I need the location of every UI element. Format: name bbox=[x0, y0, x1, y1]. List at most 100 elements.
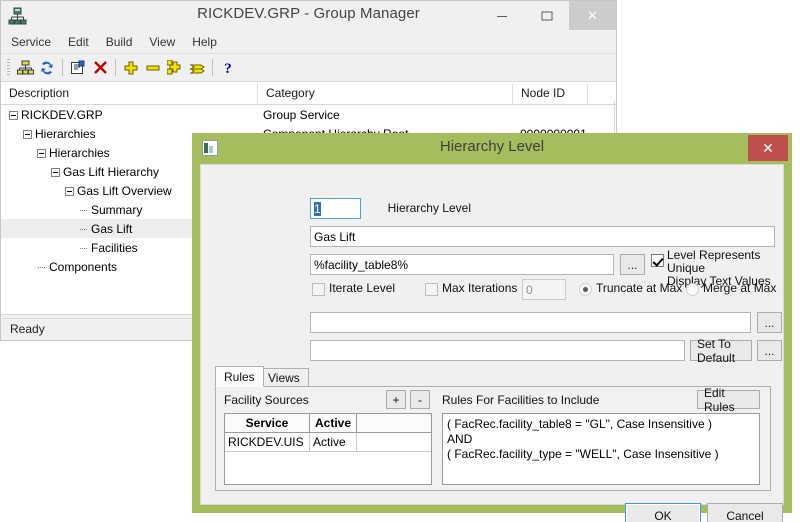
dialog-title: Hierarchy Level bbox=[439, 138, 545, 155]
tree-leaf-icon bbox=[37, 263, 46, 272]
toolbar: ? bbox=[1, 54, 616, 82]
collapse-icon[interactable] bbox=[9, 110, 18, 120]
hierarchy-level-dialog: Hierarchy Level ✕ Hierarchy Level 1 Desc… bbox=[192, 133, 792, 522]
window-controls: ✕ bbox=[479, 1, 616, 30]
toolbar-grip[interactable] bbox=[7, 59, 10, 76]
iterate-level-label: Iterate Level bbox=[329, 281, 396, 295]
grid-cell-blank bbox=[357, 433, 431, 451]
grid-cell-active: Active bbox=[310, 433, 357, 451]
add-node-icon[interactable] bbox=[164, 57, 186, 78]
screenshot-root: RICKDEV.GRP - Group Manager ✕ Service Ed… bbox=[0, 0, 800, 522]
main-title-bar: RICKDEV.GRP - Group Manager ✕ bbox=[1, 1, 616, 30]
hierarchy-level-value: 1 bbox=[314, 202, 321, 216]
grid-header-service[interactable]: Service bbox=[225, 414, 310, 432]
facility-sources-grid-header: Service Active bbox=[225, 414, 431, 433]
unique-display-checkbox[interactable] bbox=[651, 254, 664, 267]
merge-at-max-radio[interactable] bbox=[686, 283, 699, 296]
default-page-ids-input[interactable] bbox=[310, 340, 685, 361]
collapse-icon[interactable] bbox=[23, 129, 32, 139]
refresh-icon[interactable] bbox=[36, 57, 58, 78]
grid-header-active[interactable]: Active bbox=[310, 414, 357, 432]
cancel-button[interactable]: Cancel bbox=[707, 503, 783, 522]
tree-row-description: Gas Lift Overview bbox=[1, 184, 172, 198]
max-iterations-input[interactable]: 0 bbox=[522, 279, 566, 300]
column-description[interactable]: Description bbox=[1, 83, 258, 104]
tree-row-description: Facilities bbox=[1, 241, 138, 255]
iterate-level-checkbox[interactable] bbox=[312, 283, 325, 296]
tree-column-headers: Description Category Node ID bbox=[1, 82, 616, 105]
tree-row-label: Components bbox=[49, 259, 118, 274]
collapse-icon[interactable] bbox=[37, 148, 46, 158]
merge-at-max-label: Merge at Max bbox=[703, 281, 777, 295]
max-iterations-checkbox[interactable] bbox=[425, 283, 438, 296]
edit-rules-button[interactable]: Edit Rules bbox=[697, 386, 760, 414]
remove-facility-source-button[interactable]: - bbox=[410, 390, 430, 409]
dialog-body: Hierarchy Level 1 Description Gas Lift D… bbox=[200, 164, 784, 522]
maximize-button[interactable] bbox=[524, 1, 569, 30]
tree-row-description: Gas Lift Hierarchy bbox=[1, 165, 159, 179]
tree-row-label: Hierarchies bbox=[35, 126, 96, 141]
tree-leaf-icon bbox=[79, 206, 88, 215]
column-extra[interactable] bbox=[588, 83, 616, 104]
default-udcs-input[interactable] bbox=[310, 312, 751, 333]
set-to-default-button[interactable]: Set To Default bbox=[690, 337, 752, 365]
tree-row-description: Gas Lift bbox=[1, 222, 132, 236]
dialog-tab-control: Rules Views Facility Sources + - Service… bbox=[215, 366, 771, 491]
menu-item-view[interactable]: View bbox=[149, 35, 175, 49]
truncate-at-max-radio[interactable] bbox=[579, 283, 592, 296]
description-input[interactable]: Gas Lift bbox=[310, 226, 775, 247]
status-text: Ready bbox=[10, 322, 45, 336]
menu-item-build[interactable]: Build bbox=[106, 35, 133, 49]
display-text-input[interactable]: %facility_table8% bbox=[310, 254, 614, 275]
toolbar-separator-3 bbox=[212, 59, 213, 76]
link-icon[interactable] bbox=[186, 57, 208, 78]
menu-item-service[interactable]: Service bbox=[11, 35, 51, 49]
rules-for-facilities-label: Rules For Facilities to Include bbox=[442, 393, 600, 407]
tree-row-description: Hierarchies bbox=[1, 127, 96, 141]
hierarchy-level-input[interactable]: 1 bbox=[310, 198, 361, 219]
hierarchy-tree-icon[interactable] bbox=[14, 57, 36, 78]
table-row[interactable]: RICKDEV.UIS Active bbox=[225, 433, 431, 452]
max-iterations-label: Max Iterations bbox=[442, 281, 518, 295]
tab-views[interactable]: Views bbox=[259, 368, 309, 387]
tree-leaf-icon bbox=[79, 225, 88, 234]
tab-rules[interactable]: Rules bbox=[215, 366, 264, 387]
properties-icon[interactable] bbox=[67, 57, 89, 78]
remove-icon[interactable] bbox=[142, 57, 164, 78]
default-page-ids-browse-button[interactable]: ... bbox=[757, 340, 782, 361]
menu-bar: Service Edit Build View Help bbox=[1, 30, 616, 54]
tree-row[interactable]: RICKDEV.GRP Group Service bbox=[1, 105, 616, 124]
column-node-id[interactable]: Node ID bbox=[513, 83, 588, 104]
toolbar-separator-2 bbox=[115, 59, 116, 76]
default-udcs-browse-button[interactable]: ... bbox=[757, 312, 782, 333]
facility-sources-label: Facility Sources bbox=[224, 393, 309, 407]
ok-button[interactable]: OK bbox=[625, 503, 701, 522]
tree-row-description: RICKDEV.GRP bbox=[1, 108, 103, 122]
dialog-close-button[interactable]: ✕ bbox=[748, 135, 788, 161]
add-icon[interactable] bbox=[120, 57, 142, 78]
menu-item-help[interactable]: Help bbox=[192, 35, 217, 49]
facility-sources-grid[interactable]: Service Active RICKDEV.UIS Active bbox=[224, 413, 432, 485]
delete-icon[interactable] bbox=[89, 57, 111, 78]
menu-item-edit[interactable]: Edit bbox=[68, 35, 89, 49]
tree-row-category: Group Service bbox=[263, 107, 340, 122]
tree-row-label: Gas Lift bbox=[91, 221, 133, 236]
tree-row-description: Components bbox=[1, 260, 117, 274]
tree-leaf-icon bbox=[79, 244, 88, 253]
close-button[interactable]: ✕ bbox=[569, 1, 616, 30]
column-category[interactable]: Category bbox=[258, 83, 513, 104]
minimize-button[interactable] bbox=[479, 1, 524, 30]
svg-text:?: ? bbox=[224, 61, 232, 75]
collapse-icon[interactable] bbox=[65, 186, 74, 196]
tree-row-label: Hierarchies bbox=[49, 145, 110, 160]
tab-strip: Rules Views bbox=[215, 366, 771, 387]
rules-textarea[interactable]: ( FacRec.facility_table8 = "GL", Case In… bbox=[442, 413, 760, 485]
add-facility-source-button[interactable]: + bbox=[386, 390, 406, 409]
tree-row-label: RICKDEV.GRP bbox=[21, 107, 103, 122]
unique-display-label-line1: Level Represents Unique bbox=[667, 248, 761, 275]
display-text-browse-button[interactable]: ... bbox=[620, 254, 645, 275]
help-icon[interactable]: ? bbox=[217, 57, 239, 78]
dialog-title-bar: Hierarchy Level ✕ bbox=[192, 133, 792, 164]
tree-row-label: Gas Lift Overview bbox=[77, 183, 172, 198]
collapse-icon[interactable] bbox=[51, 167, 60, 177]
